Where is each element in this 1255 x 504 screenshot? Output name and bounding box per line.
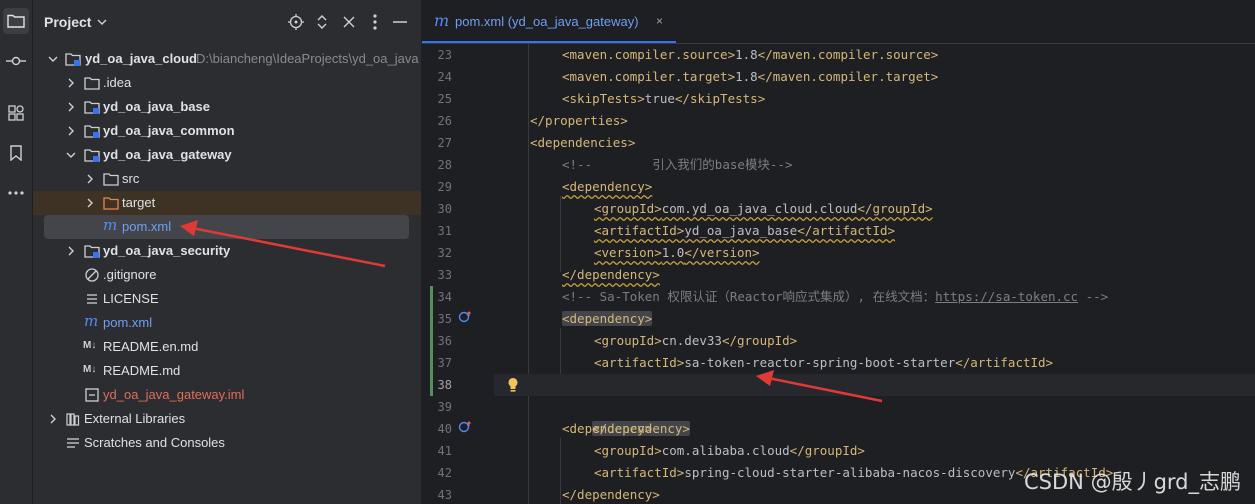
annotation-arrow — [756, 370, 883, 403]
annotation-arrows — [180, 220, 883, 403]
annotation-arrow — [180, 220, 386, 268]
watermark: CSDN @殷丿grd_志鹏 — [1024, 470, 1241, 494]
